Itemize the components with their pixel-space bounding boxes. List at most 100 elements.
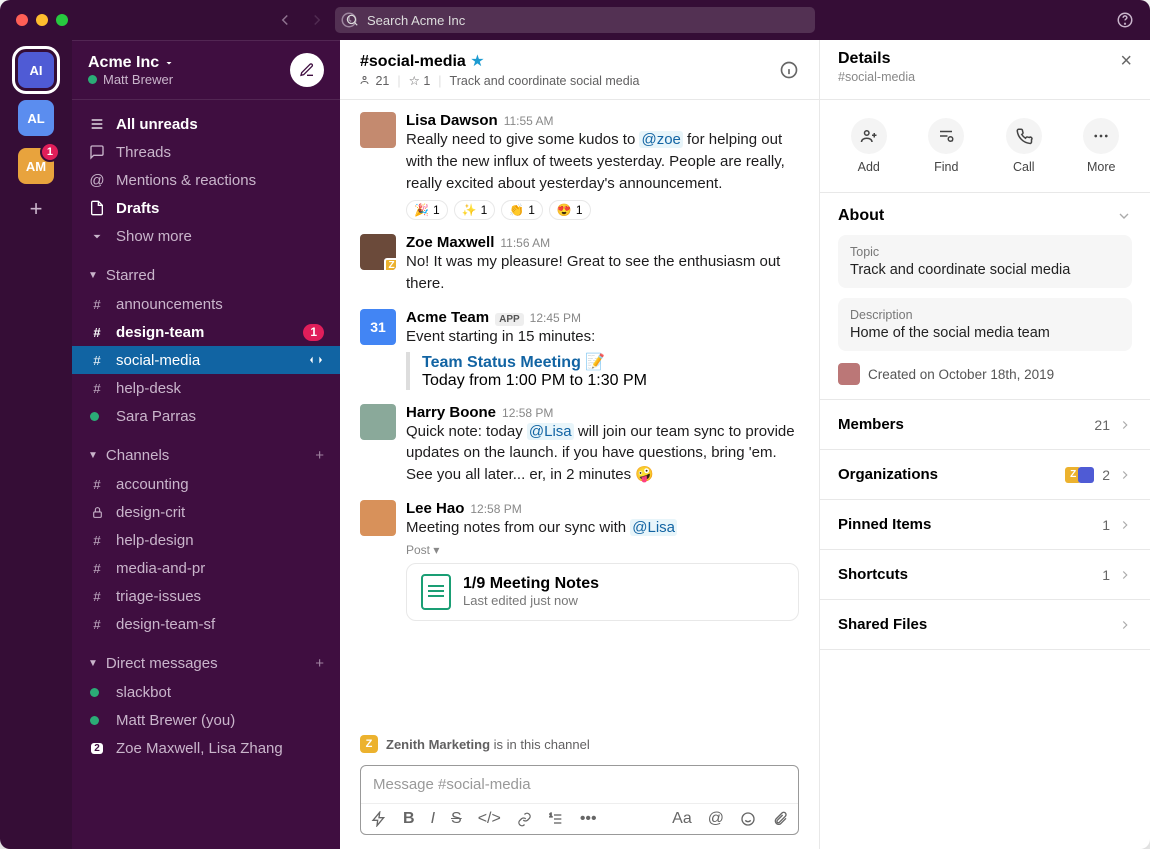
message-timestamp[interactable]: 11:56 AM (500, 236, 550, 250)
pin-count[interactable]: ☆ 1 (409, 73, 431, 88)
channel-sara-parras[interactable]: Sara Parras (72, 402, 340, 430)
workspace-acme-inc[interactable]: AI (18, 52, 54, 88)
mention[interactable]: @zoe (639, 131, 682, 148)
action-label: More (1087, 160, 1115, 174)
reaction[interactable]: 🎉 1 (406, 200, 448, 220)
document-card[interactable]: 1/9 Meeting NotesLast edited just now (406, 563, 799, 621)
channel-announcements[interactable]: #announcements (72, 290, 340, 318)
description-box[interactable]: Description Home of the social media tea… (838, 298, 1132, 351)
star-icon[interactable]: ★ (470, 53, 484, 70)
list-button[interactable]: 1 (548, 811, 564, 827)
message-author[interactable]: Lee Hao (406, 500, 464, 517)
shortcuts-icon[interactable] (371, 811, 387, 827)
reaction[interactable]: 👏 1 (501, 200, 543, 220)
channel-accounting[interactable]: #accounting (72, 470, 340, 498)
user-avatar[interactable] (360, 112, 396, 148)
channel-triage-issues[interactable]: #triage-issues (72, 582, 340, 610)
channel-info-button[interactable] (779, 60, 799, 80)
nav-show-more[interactable]: Show more (72, 222, 340, 250)
help-button[interactable] (1116, 11, 1134, 29)
mention-button[interactable]: @ (708, 810, 724, 828)
message-composer[interactable]: Message #social-media B I S </> 1 ••• Aa… (360, 765, 799, 835)
channel-design-team-sf[interactable]: #design-team-sf (72, 610, 340, 638)
minimize-window[interactable] (36, 14, 48, 26)
search-input[interactable]: Search Acme Inc (335, 7, 815, 33)
message-author[interactable]: Zoe Maxwell (406, 234, 494, 251)
section-starred[interactable]: ▼Starred (72, 260, 340, 290)
add-workspace-button[interactable]: + (30, 196, 43, 222)
mention[interactable]: @Lisa (527, 423, 574, 440)
close-details-button[interactable]: × (1120, 50, 1132, 73)
channel-help-desk[interactable]: #help-desk (72, 374, 340, 402)
details-row-shared-files[interactable]: Shared Files (820, 600, 1150, 650)
nav-all-unreads[interactable]: All unreads (72, 110, 340, 138)
details-action-call[interactable]: Call (1006, 118, 1042, 174)
strike-button[interactable]: S (451, 810, 462, 828)
attach-button[interactable] (772, 811, 788, 827)
collapse-about-button[interactable] (1116, 208, 1132, 224)
channel-media-and-pr[interactable]: #media-and-pr (72, 554, 340, 582)
section-direct-messages[interactable]: ▼Direct messages+ (72, 648, 340, 678)
message-timestamp[interactable]: 12:45 PM (530, 311, 581, 325)
channel-zoe-maxwell-lisa-zhang[interactable]: 2Zoe Maxwell, Lisa Zhang (72, 734, 340, 762)
details-action-find[interactable]: Find (928, 118, 964, 174)
channel-social-media[interactable]: #social-media (72, 346, 340, 374)
channel-design-crit[interactable]: design-crit (72, 498, 340, 526)
forward-button[interactable] (308, 11, 326, 29)
user-avatar[interactable] (360, 500, 396, 536)
workspace-3[interactable]: AM1 (18, 148, 54, 184)
compose-button[interactable] (290, 53, 324, 87)
back-button[interactable] (276, 11, 294, 29)
italic-button[interactable]: I (431, 810, 435, 828)
channel-matt-brewer-you-[interactable]: Matt Brewer (you) (72, 706, 340, 734)
post-label[interactable]: Post ▾ (406, 543, 799, 557)
code-button[interactable]: </> (478, 810, 501, 828)
section-channels[interactable]: ▼Channels+ (72, 440, 340, 470)
channel-help-design[interactable]: #help-design (72, 526, 340, 554)
message-timestamp[interactable]: 11:55 AM (504, 114, 554, 128)
reaction[interactable]: 😍 1 (549, 200, 591, 220)
details-row-shortcuts[interactable]: Shortcuts1 (820, 550, 1150, 600)
details-action-add[interactable]: Add (851, 118, 887, 174)
message-author[interactable]: Acme Team (406, 309, 489, 326)
maximize-window[interactable] (56, 14, 68, 26)
user-avatar[interactable]: Z (360, 234, 396, 270)
message-author[interactable]: Harry Boone (406, 404, 496, 421)
mention[interactable]: @Lisa (630, 519, 677, 536)
workspace-switcher[interactable]: Acme Inc (88, 54, 175, 72)
topic-box[interactable]: Topic Track and coordinate social media (838, 235, 1132, 288)
chevron-down-icon (163, 57, 175, 69)
member-count[interactable]: 21 (360, 74, 389, 88)
composer-input[interactable]: Message #social-media (361, 766, 798, 803)
message-author[interactable]: Lisa Dawson (406, 112, 498, 129)
close-window[interactable] (16, 14, 28, 26)
channel-slackbot[interactable]: slackbot (72, 678, 340, 706)
workspace-2[interactable]: AL (18, 100, 54, 136)
more-formatting-button[interactable]: ••• (580, 810, 597, 828)
reaction[interactable]: ✨ 1 (454, 200, 496, 220)
channel-design-team[interactable]: #design-team1 (72, 318, 340, 346)
emoji-button[interactable] (740, 811, 756, 827)
details-row-pinned-items[interactable]: Pinned Items1 (820, 500, 1150, 550)
nav-drafts[interactable]: Drafts (72, 194, 340, 222)
message-text: Quick note: today (406, 423, 527, 440)
event-attachment[interactable]: Team Status Meeting 📝Today from 1:00 PM … (406, 352, 799, 390)
nav-threads[interactable]: Threads (72, 138, 340, 166)
chevron-right-icon (1118, 618, 1132, 632)
link-button[interactable] (517, 812, 532, 827)
add-button[interactable]: + (315, 655, 324, 672)
message-timestamp[interactable]: 12:58 PM (470, 502, 521, 516)
current-user[interactable]: Matt Brewer (88, 72, 175, 87)
message-timestamp[interactable]: 12:58 PM (502, 406, 553, 420)
details-action-more[interactable]: More (1083, 118, 1119, 174)
user-avatar[interactable] (360, 404, 396, 440)
bold-button[interactable]: B (403, 810, 415, 828)
nav-mentions-reactions[interactable]: @Mentions & reactions (72, 166, 340, 194)
details-row-members[interactable]: Members21 (820, 400, 1150, 450)
channel-title[interactable]: #social-media ★ (360, 51, 639, 71)
workspace-rail: AI AL AM1 + (0, 40, 72, 849)
text-format-button[interactable]: Aa (672, 810, 692, 828)
channel-topic[interactable]: Track and coordinate social media (450, 74, 640, 88)
details-row-organizations[interactable]: OrganizationsZ2 (820, 450, 1150, 500)
add-button[interactable]: + (315, 447, 324, 464)
